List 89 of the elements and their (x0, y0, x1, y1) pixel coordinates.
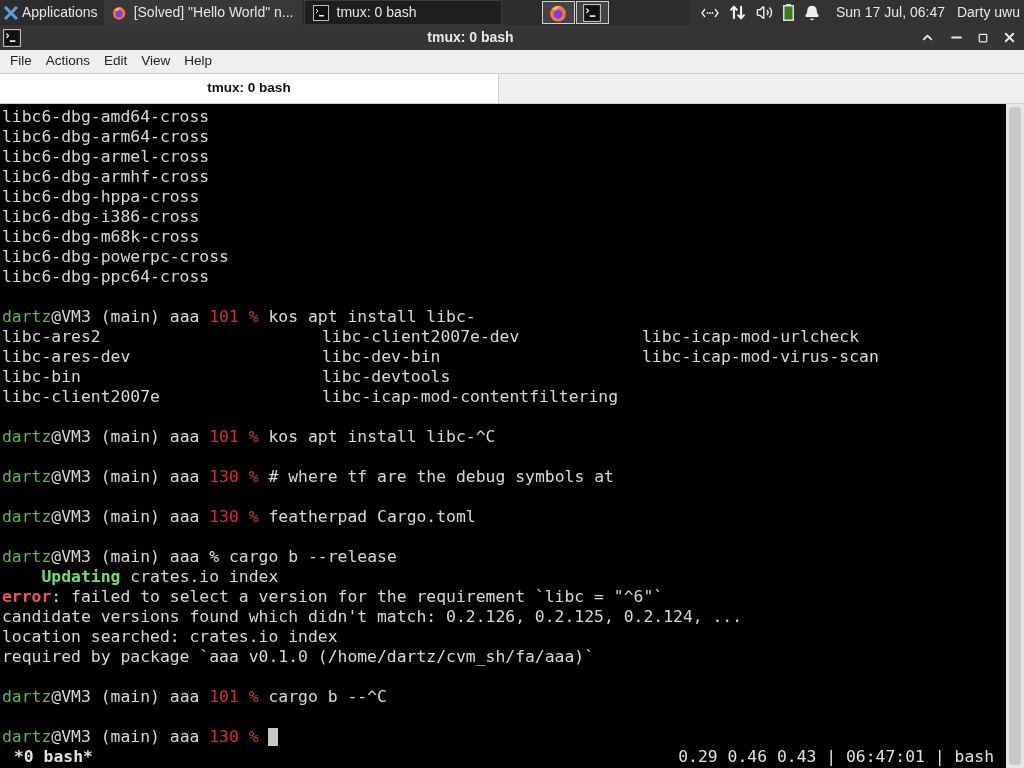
exit-code: 101 (209, 307, 239, 327)
command-text: cargo b --release (229, 547, 397, 567)
terminal-icon (583, 3, 601, 22)
completion-item: libc-ares2 (2, 327, 101, 346)
output-text: required by package `aaa v0.1.0 (/home/dartz/cvm_sh/fa/aaa)` (2, 647, 595, 666)
command-text: kos apt install libc- (268, 307, 476, 327)
clock[interactable]: Sun 17 Jul, 06:47 (836, 2, 945, 23)
prompt-host: @VM3 (main) aaa (51, 427, 200, 447)
command-text: cargo b --^C (268, 687, 387, 707)
exit-code: 101 (209, 427, 239, 447)
completion-item: libc-icap-mod-urlcheck (642, 327, 860, 346)
prompt-host: @VM3 (main) aaa (51, 307, 200, 327)
error-label: error (2, 587, 52, 607)
prompt-symbol: % (248, 687, 259, 707)
close-icon[interactable] (1002, 30, 1017, 45)
browser-icon (111, 4, 126, 21)
network-icon (701, 7, 719, 18)
x-logo-icon (4, 5, 18, 20)
output-text: libc6-dbg-hppa-cross (2, 187, 200, 206)
prompt-host: @VM3 (main) aaa (51, 727, 200, 747)
completion-item: libc-client2007e-dev (322, 327, 520, 346)
status-window: *0 bash* (14, 747, 93, 767)
prompt-user: dartz (2, 427, 52, 447)
scrollbar[interactable] (1006, 104, 1024, 768)
prompt-host: @VM3 (main) aaa (51, 467, 200, 487)
prompt-user: dartz (2, 467, 52, 487)
menu-item[interactable]: File (3, 51, 39, 72)
notification-icon (804, 4, 820, 21)
browser-icon (549, 3, 567, 22)
prompt-host: @VM3 (main) aaa (51, 687, 200, 707)
output-text: libc6-dbg-amd64-cross (2, 107, 210, 126)
exit-code: 130 (209, 727, 239, 747)
prompt-symbol: % (248, 467, 259, 487)
completion-item: libc-dev-bin (322, 347, 441, 366)
command-text: kos apt install libc-^C (268, 427, 496, 447)
prompt-user: dartz (2, 687, 52, 707)
exit-code: 130 (209, 507, 239, 527)
maximize-icon[interactable] (978, 32, 988, 43)
window-title: tmux: 0 bash (426, 28, 515, 47)
output-text: libc6-dbg-armhf-cross (2, 167, 210, 186)
exit-code: 101 (209, 687, 239, 707)
output-text: : failed to select a version for the requirement `libc = "^6"` (51, 587, 664, 607)
status-info: 0.29 0.46 0.43 | 06:47:01 | bash (678, 747, 994, 767)
task-button[interactable]: [Solved] "Hello World" n... (103, 0, 302, 25)
menu-item[interactable]: Actions (38, 51, 98, 72)
volume-icon (756, 4, 773, 21)
prompt-symbol: % (248, 507, 259, 527)
prompt-user: dartz (2, 727, 52, 747)
task-button[interactable]: tmux: 0 bash (303, 0, 502, 25)
prompt-symbol: % (248, 727, 259, 747)
launcher-button[interactable] (541, 1, 575, 24)
prompt-host: @VM3 (main) aaa (51, 507, 200, 527)
transfer-icon (729, 4, 746, 21)
completion-item: libc-client2007e (2, 387, 160, 406)
terminal-icon (3, 28, 21, 47)
command-text: # where tf are the debug symbols at (268, 467, 614, 487)
launcher-button[interactable] (575, 1, 609, 24)
user-name[interactable]: Darty uwu (956, 2, 1020, 23)
prompt-symbol: % (248, 307, 259, 327)
output-text: crates.io index (130, 567, 279, 587)
output-text: location searched: crates.io index (2, 627, 338, 646)
output-text: libc6-dbg-powerpc-cross (2, 247, 229, 266)
tab[interactable]: tmux: 0 bash (0, 74, 499, 103)
menu-item[interactable]: View (134, 51, 178, 72)
completion-item: libc-icap-mod-virus-scan (642, 347, 879, 366)
battery-icon (783, 4, 794, 21)
prompt-user: dartz (2, 307, 52, 327)
applications-menu[interactable]: Applications (0, 0, 102, 25)
prompt-host: @VM3 (main) aaa (51, 547, 200, 567)
prompt-user: dartz (2, 547, 52, 567)
output-text: libc6-dbg-m68k-cross (2, 227, 200, 246)
completion-item: libc-bin (2, 367, 81, 386)
prompt-symbol: % (209, 547, 220, 567)
completion-item: libc-icap-mod-contentfiltering (322, 387, 619, 406)
command-text: featherpad Cargo.toml (268, 507, 476, 527)
status-label: Updating (41, 567, 121, 587)
prompt-user: dartz (2, 507, 52, 527)
exit-code: 130 (209, 467, 239, 487)
terminal-icon (312, 4, 329, 21)
output-text: libc6-dbg-arm64-cross (2, 127, 210, 146)
output-text: libc6-dbg-armel-cross (2, 147, 210, 166)
menu-item[interactable]: Edit (97, 51, 135, 72)
completion-item: libc-devtools (322, 367, 451, 386)
menu-item[interactable]: Help (177, 51, 220, 72)
output-text: libc6-dbg-ppc64-cross (2, 267, 210, 286)
output-text: candidate versions found which didn't match: 0.2.126, 0.2.125, 0.2.124, ... (2, 607, 743, 626)
prompt-symbol: % (248, 427, 259, 447)
output-text: libc6-dbg-i386-cross (2, 207, 200, 226)
completion-item: libc-ares-dev (2, 347, 131, 366)
